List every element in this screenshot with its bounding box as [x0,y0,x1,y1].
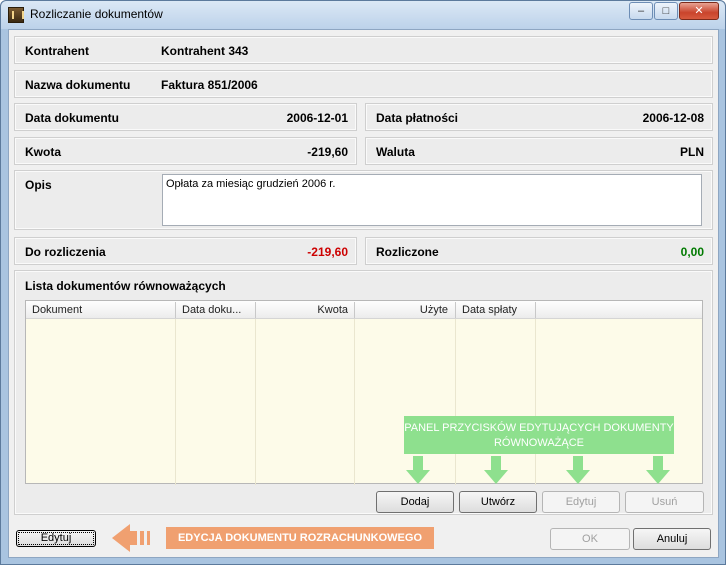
column-line [354,319,355,485]
settled-label: Rozliczone [376,245,439,259]
ok-button[interactable]: OK [550,528,630,550]
column-header-amount[interactable]: Kwota [262,304,348,316]
column-separator[interactable] [455,302,456,318]
column-line [455,319,456,485]
document-date-row: Data dokumentu 2006-12-01 [14,103,357,131]
to-settle-label: Do rozliczenia [25,245,106,259]
description-field[interactable]: Opłata za miesiąc grudzień 2006 r. [162,174,702,226]
column-header-date[interactable]: Data doku... [182,304,241,316]
annotation-button-panel: PANEL PRZYCISKÓW EDYTUJĄCYCH DOKUMENTY R… [404,416,674,454]
balancing-documents-grid[interactable]: Dokument Data doku... Kwota Użyte Data s… [25,300,703,485]
column-line [255,319,256,485]
column-separator[interactable] [255,302,256,318]
window-title: Rozliczanie dokumentów [30,7,163,21]
edit-balancing-button[interactable]: Edytuj [542,491,620,513]
payment-date-value: 2006-12-08 [642,111,704,125]
annotation-arrow-down-icon [646,456,670,484]
footer: Edytuj EDYCJA DOKUMENTU ROZRACHUNKOWEGO … [9,524,718,557]
annotation-arrow-left-icon [112,524,156,552]
title-bar[interactable]: Rozliczanie dokumentów ‒ □ ✕ [1,1,725,29]
payment-date-row: Data płatności 2006-12-08 [365,103,713,131]
currency-label: Waluta [376,145,415,159]
document-name-label: Nazwa dokumentu [25,78,131,92]
add-button[interactable]: Dodaj [376,491,454,513]
grid-header: Dokument Data doku... Kwota Użyte Data s… [26,301,702,319]
delete-button[interactable]: Usuń [625,491,704,513]
column-separator[interactable] [535,302,536,318]
document-date-label: Data dokumentu [25,111,120,125]
to-settle-value: -219,60 [307,245,348,259]
dialog-window: Rozliczanie dokumentów ‒ □ ✕ Kontrahent … [0,0,726,565]
maximize-button[interactable]: □ [654,2,678,20]
create-button[interactable]: Utwórz [459,491,537,513]
document-name-value: Faktura 851/2006 [161,78,258,92]
kontrahent-value: Kontrahent 343 [161,44,249,58]
column-separator[interactable] [175,302,176,318]
description-label: Opis [25,178,52,192]
column-separator[interactable] [354,302,355,318]
annotation-arrow-down-icon [406,456,430,484]
document-name-row: Nazwa dokumentu Faktura 851/2006 [14,70,713,98]
settled-row: Rozliczone 0,00 [365,237,713,265]
column-header-document[interactable]: Dokument [32,304,82,316]
to-settle-row: Do rozliczenia -219,60 [14,237,357,265]
dialog-body: Kontrahent Kontrahent 343 Nazwa dokument… [8,29,719,558]
amount-label: Kwota [25,145,61,159]
minimize-button[interactable]: ‒ [629,2,653,20]
document-date-value: 2006-12-01 [286,111,348,125]
column-header-payment-date[interactable]: Data spłaty [462,304,517,316]
column-line [175,319,176,485]
amount-row: Kwota -219,60 [14,137,357,165]
edit-document-button[interactable]: Edytuj [16,530,96,547]
payment-date-label: Data płatności [376,111,459,125]
kontrahent-label: Kontrahent [25,44,89,58]
currency-row: Waluta PLN [365,137,713,165]
balancing-documents-panel: Lista dokumentów równoważących Dokument … [14,270,713,515]
app-icon [8,7,24,23]
currency-value: PLN [680,145,704,159]
annotation-edit-document: EDYCJA DOKUMENTU ROZRACHUNKOWEGO [166,527,434,549]
close-button[interactable]: ✕ [679,2,719,20]
annotation-arrow-down-icon [484,456,508,484]
column-header-used[interactable]: Użyte [360,304,448,316]
annotation-arrow-down-icon [566,456,590,484]
amount-value: -219,60 [307,145,348,159]
balancing-list-title: Lista dokumentów równoważących [25,279,226,293]
settled-value: 0,00 [680,245,704,259]
kontrahent-row: Kontrahent Kontrahent 343 [14,36,713,64]
column-line [535,319,536,485]
cancel-button[interactable]: Anuluj [633,528,711,550]
description-row: Opis Opłata za miesiąc grudzień 2006 r. [14,170,713,230]
